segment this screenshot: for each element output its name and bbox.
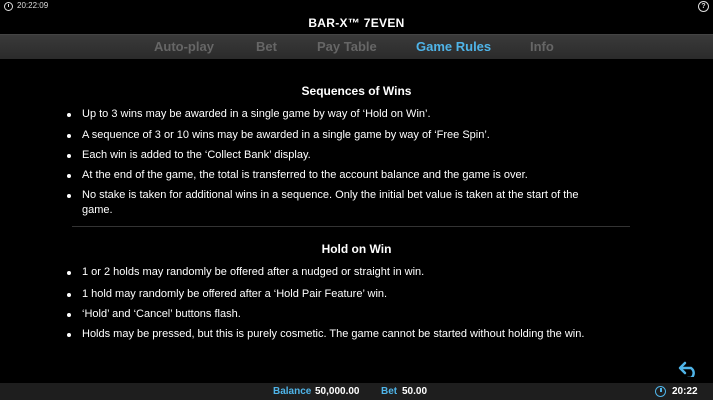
rule-bullet: ‘Hold’ and ‘Cancel’ buttons flash. — [67, 307, 612, 322]
scroll-fade — [0, 337, 713, 377]
bottom-bar: Balance 50,000.00 Bet 50.00 20:22 — [0, 383, 713, 400]
section-divider — [72, 226, 630, 227]
title-bar: BAR-X™ 7EVEN — [0, 13, 713, 34]
section-title-sequences: Sequences of Wins — [301, 84, 412, 98]
clock-icon — [655, 386, 666, 397]
bet-label: Bet — [381, 386, 398, 397]
back-arrow-icon[interactable] — [678, 361, 700, 377]
tab-bar: Auto-play Bet Pay Table Game Rules Info — [0, 34, 713, 60]
rules-content[interactable]: Sequences of Wins Up to 3 wins may be aw… — [0, 59, 713, 377]
bottom-time: 20:22 — [672, 386, 698, 397]
tab-info[interactable]: Info — [530, 35, 554, 59]
rule-bullet: 1 hold may randomly be offered after a ‘… — [67, 287, 612, 302]
rule-bullet: 1 or 2 holds may randomly be offered aft… — [67, 265, 612, 280]
help-icon[interactable]: ? — [698, 1, 709, 12]
rule-bullet: Each win is added to the ‘Collect Bank’ … — [67, 148, 612, 163]
tab-bet[interactable]: Bet — [256, 35, 277, 59]
rule-bullet: At the end of the game, the total is tra… — [67, 168, 612, 183]
tab-game-rules[interactable]: Game Rules — [416, 35, 491, 59]
tab-pay-table[interactable]: Pay Table — [317, 35, 377, 59]
clock-icon — [4, 2, 13, 11]
tab-auto-play[interactable]: Auto-play — [154, 35, 214, 59]
balance-label: Balance — [273, 386, 312, 397]
bet-value: 50.00 — [402, 386, 428, 397]
rule-bullet: Up to 3 wins may be awarded in a single … — [67, 107, 612, 122]
section-title-hold-on-win: Hold on Win — [321, 242, 392, 256]
game-title: BAR-X™ 7EVEN — [308, 16, 405, 30]
rule-bullet: A sequence of 3 or 10 wins may be awarde… — [67, 128, 612, 143]
status-time: 20:22:09 — [17, 1, 49, 10]
rule-bullet: No stake is taken for additional wins in… — [67, 188, 612, 218]
status-bar: 20:22:09 ? — [0, 0, 713, 13]
rule-bullet: Holds may be pressed, but this is purely… — [67, 327, 612, 342]
balance-value: 50,000.00 — [315, 386, 360, 397]
